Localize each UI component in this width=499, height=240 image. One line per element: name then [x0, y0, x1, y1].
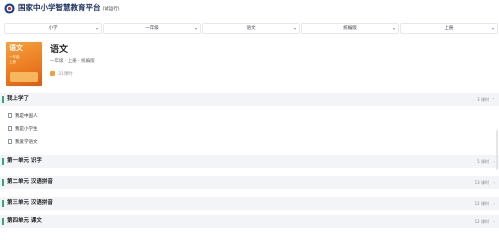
- chevron-down-icon: ▾: [392, 26, 395, 31]
- chevron-down-icon: ▾: [95, 26, 98, 31]
- lesson-count-icon: [50, 71, 55, 76]
- volume-select[interactable]: 上册 ▾: [400, 23, 498, 34]
- stage-select[interactable]: 小学 ▾: [4, 23, 102, 34]
- section-title: 第三单元 汉语拼音: [7, 200, 53, 206]
- section-title: 第四单元 课文: [7, 218, 42, 224]
- chevron-right-icon[interactable]: ›: [493, 218, 495, 225]
- section-lesson-count: 5 课时: [477, 159, 489, 164]
- document-icon: [8, 126, 12, 131]
- section-accent-bar: [2, 96, 4, 103]
- section-title: 第一单元 识字: [7, 158, 42, 164]
- cover-volume: 上册: [9, 60, 16, 64]
- section-lesson-count: 13 课时: [474, 180, 489, 185]
- section-accent-bar: [2, 200, 4, 207]
- edition-select[interactable]: 统编版 ▾: [301, 23, 399, 34]
- section-header[interactable]: 我上学了 3 课时 ⌃: [0, 93, 499, 106]
- textbook-card: 语文 一年级 上册 语文 一年级 · 上册 · 统编版 31课时: [0, 38, 499, 88]
- filter-bar: 小学 ▾ 一年级 ▾ 语文 ▾ 统编版 ▾ 上册 ▾: [0, 23, 499, 34]
- top-header: 国家中小学智慧教育平台 (试运行): [0, 0, 499, 18]
- section-accent-bar: [2, 218, 4, 225]
- chevron-down-icon: ▾: [293, 26, 296, 31]
- section-header[interactable]: 第二单元 汉语拼音 13 课时 ›: [0, 176, 499, 189]
- platform-logo-icon[interactable]: [4, 3, 15, 14]
- section-title: 我上学了: [7, 96, 30, 102]
- chevron-down-icon: ▾: [194, 26, 197, 31]
- section-lesson-count: 3 课时: [477, 97, 489, 102]
- cover-title: 语文: [9, 44, 23, 52]
- platform-title[interactable]: 国家中小学智慧教育平台 (试运行): [18, 3, 120, 15]
- section-lesson-count: 12 课时: [474, 201, 489, 206]
- section-header[interactable]: 第一单元 识字 5 课时 ›: [0, 155, 499, 168]
- cover-illustration: [10, 72, 38, 82]
- chevron-down-icon: ▾: [491, 26, 494, 31]
- grade-select[interactable]: 一年级 ▾: [103, 23, 201, 34]
- section-lesson-count: 12 课时: [474, 219, 489, 224]
- lesson-count: 31课时: [50, 71, 73, 78]
- textbook-cover[interactable]: 语文 一年级 上册: [6, 42, 42, 86]
- book-meta: 一年级 · 上册 · 统编版: [50, 59, 95, 64]
- cover-grade: 一年级: [9, 55, 20, 59]
- document-icon: [8, 113, 12, 118]
- section-title: 第二单元 汉语拼音: [7, 179, 53, 185]
- chevron-right-icon[interactable]: ›: [493, 200, 495, 207]
- chevron-up-icon[interactable]: ⌃: [492, 96, 495, 103]
- document-icon: [8, 139, 12, 144]
- chevron-right-icon[interactable]: ›: [493, 179, 495, 186]
- lesson-item[interactable]: 我是小学生: [8, 126, 38, 134]
- section-accent-bar: [2, 179, 4, 186]
- chevron-right-icon[interactable]: ›: [493, 158, 495, 165]
- scrollbar[interactable]: [496, 130, 498, 170]
- book-subject: 语文: [50, 45, 69, 55]
- section-accent-bar: [2, 158, 4, 165]
- section-header[interactable]: 第四单元 课文 12 课时 ›: [0, 215, 499, 228]
- subject-select[interactable]: 语文 ▾: [202, 23, 300, 34]
- lesson-item[interactable]: 我爱学语文: [8, 139, 38, 147]
- section-header[interactable]: 第三单元 汉语拼音 12 课时 ›: [0, 197, 499, 210]
- lesson-item[interactable]: 我是中国人: [8, 113, 38, 121]
